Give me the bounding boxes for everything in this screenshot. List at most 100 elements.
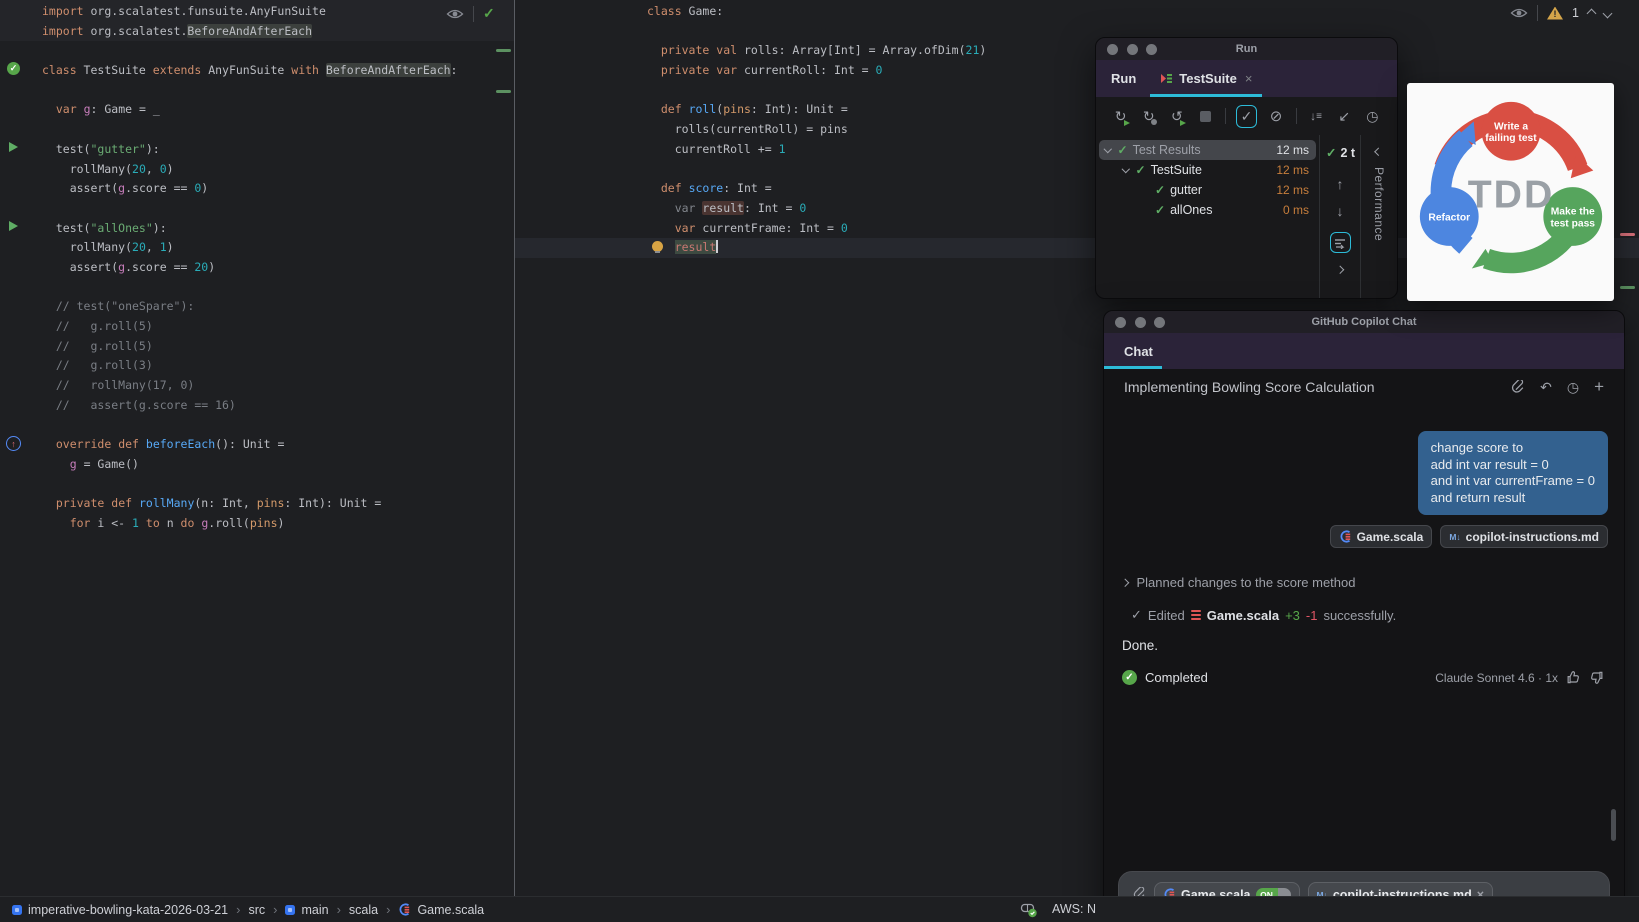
thread-title: Implementing Bowling Score Calculation <box>1124 379 1375 395</box>
divider <box>473 5 474 22</box>
chevron-right-icon[interactable] <box>1120 578 1129 587</box>
left-code[interactable]: import org.scalatest.funsuite.AnyFunSuit… <box>42 2 514 534</box>
run-test-gutter-icon[interactable] <box>9 221 18 231</box>
tab-chat[interactable]: Chat <box>1124 344 1153 359</box>
chevron-down-icon[interactable] <box>1121 165 1130 173</box>
vcs-stripe-mark <box>496 90 511 93</box>
model-info: Claude Sonnet 4.6 · 1x <box>1435 670 1558 685</box>
test-tree-row[interactable]: ✓ gutter 12 ms <box>1099 180 1316 200</box>
test-name: gutter <box>1170 183 1203 197</box>
left-inspections-widget[interactable]: ✓ <box>446 5 495 22</box>
chevron-down-icon[interactable] <box>1602 8 1613 18</box>
breadcrumb-item[interactable]: src <box>248 903 265 917</box>
code-line: rollMany(20, 1) <box>42 240 174 255</box>
tool-window-name[interactable]: Run <box>1111 71 1136 86</box>
show-passed-icon[interactable]: ✓ <box>1236 104 1257 128</box>
scalatest-icon <box>1161 74 1173 83</box>
breadcrumb-item[interactable]: imperative-bowling-kata-2026-03-21 <box>12 903 228 917</box>
performance-tab[interactable]: Performance <box>1361 135 1397 298</box>
close-dot-icon[interactable] <box>1107 43 1118 55</box>
close-dot-icon[interactable] <box>1115 316 1126 328</box>
expand-icon[interactable] <box>1336 265 1344 274</box>
user-message-line: add int var result = 0 <box>1430 456 1549 472</box>
code-line: for i <- 1 to n do g.roll(pins) <box>69 515 285 530</box>
new-chat-icon[interactable]: + <box>1594 377 1604 397</box>
test-results-tree[interactable]: ✓ Test Results 12 ms ✓ TestSuite 12 ms ✓ gutter… <box>1096 135 1319 298</box>
show-ignored-icon[interactable]: ⊘ <box>1268 106 1285 126</box>
run-window-titlebar[interactable]: Run <box>1096 38 1397 60</box>
test-passed-icon: ✓ <box>1155 203 1166 217</box>
no-problems-icon[interactable]: ✓ <box>483 5 495 22</box>
copilot-status-icon[interactable] <box>1020 901 1038 918</box>
thumbs-up-icon[interactable] <box>1566 670 1581 685</box>
breadcrumb-item[interactable]: scala <box>349 903 378 917</box>
close-tab-icon: × <box>1244 71 1253 86</box>
test-tree-row[interactable]: ✓ Test Results 12 ms <box>1099 140 1316 160</box>
assistant-done-text: Done. <box>1122 638 1159 653</box>
warning-icon[interactable]: ! <box>1547 6 1563 20</box>
toggle-auto-test-icon[interactable]: ↺ <box>1168 106 1187 126</box>
rerun-icon[interactable]: ↻ <box>1112 106 1131 126</box>
context-chip[interactable]: Game.scala <box>1329 525 1433 548</box>
previous-test-icon[interactable]: ↑ <box>1337 176 1344 192</box>
tab-testsuite[interactable]: TestSuite × <box>1150 60 1263 97</box>
editor-left[interactable]: import org.scalatest.funsuite.AnyFunSuit… <box>0 0 514 896</box>
breadcrumb[interactable]: imperative-bowling-kata-2026-03-21 › src › m… <box>12 902 484 917</box>
status-bar: imperative-bowling-kata-2026-03-21 › src › m… <box>0 896 1639 922</box>
history-icon[interactable]: ◷ <box>1567 379 1579 396</box>
rerun-failed-icon[interactable]: ↻ <box>1140 106 1158 126</box>
planned-changes-row[interactable]: Planned changes to the score method <box>1120 575 1624 590</box>
scrollbar-thumb[interactable] <box>1611 809 1616 841</box>
eye-icon[interactable] <box>446 8 464 20</box>
rerun-options-icon[interactable] <box>1329 232 1351 253</box>
thumbs-down-icon[interactable] <box>1589 670 1604 685</box>
aws-status[interactable]: AWS: N <box>1052 902 1096 916</box>
zoom-dot-icon[interactable] <box>1154 316 1165 328</box>
svg-text:Refactor: Refactor <box>1428 212 1470 223</box>
chat-window-titlebar[interactable]: GitHub Copilot Chat <box>1104 311 1624 333</box>
window-controls[interactable] <box>1115 316 1165 328</box>
minimize-dot-icon[interactable] <box>1126 43 1138 55</box>
override-gutter-icon[interactable]: ↑ <box>6 436 21 451</box>
editor-split-divider[interactable] <box>514 0 515 896</box>
test-tree-row[interactable]: ✓ allOnes 0 ms <box>1099 200 1316 220</box>
collapse-icon[interactable] <box>1374 147 1383 156</box>
sort-icon[interactable]: ↓ ≡ <box>1308 106 1325 126</box>
error-stripe-mark[interactable] <box>1620 286 1635 289</box>
right-inspections-widget[interactable]: ! 1 <box>1510 5 1613 21</box>
run-toolbar: ↻ ↻ ↺ ✓ ⊘ ↓ ≡ ↙ ◷ <box>1096 97 1397 135</box>
history-icon[interactable]: ◷ <box>1364 106 1381 126</box>
chevron-down-icon[interactable] <box>1103 145 1112 153</box>
minimize-dot-icon[interactable] <box>1134 316 1146 328</box>
run-class-gutter-icon[interactable]: ✓ <box>7 62 20 75</box>
code-line: g = Game() <box>69 456 139 471</box>
test-tree-row[interactable]: ✓ TestSuite 12 ms <box>1099 160 1316 180</box>
chevron-up-icon[interactable] <box>1586 8 1597 18</box>
project-icon <box>12 904 22 915</box>
context-chip[interactable]: M↓ copilot-instructions.md <box>1440 525 1608 548</box>
next-test-icon[interactable]: ↓ <box>1337 203 1344 219</box>
scala-file-icon <box>398 903 411 916</box>
navigate-to-icon[interactable]: ↙ <box>1336 106 1353 126</box>
eye-icon[interactable] <box>1510 7 1528 19</box>
run-test-gutter-icon[interactable] <box>9 142 18 152</box>
svg-text:failing test: failing test <box>1485 133 1537 144</box>
window-controls[interactable] <box>1107 43 1157 55</box>
performance-tab-label[interactable]: Performance <box>1372 167 1386 241</box>
chat-window-title: GitHub Copilot Chat <box>1311 316 1417 328</box>
zoom-dot-icon[interactable] <box>1146 43 1157 55</box>
intention-bulb-icon[interactable] <box>652 241 663 253</box>
stop-icon[interactable] <box>1196 106 1213 126</box>
error-stripe-mark[interactable] <box>1620 233 1635 236</box>
code-line: import org.scalatest.BeforeAndAfterEach <box>42 23 313 38</box>
breadcrumb-item[interactable]: Game.scala <box>398 903 484 917</box>
attach-icon[interactable] <box>1510 379 1525 395</box>
undo-icon[interactable]: ↶ <box>1540 379 1552 396</box>
breadcrumb-item[interactable]: main <box>285 903 329 917</box>
vcs-stripe-mark <box>496 49 511 52</box>
edited-file-row[interactable]: ✓ Edited Game.scala +3 -1 successfully. <box>1131 607 1624 623</box>
run-window: Run Run TestSuite × ↻ ↻ ↺ ✓ ⊘ ↓ ≡ ↙ ◷ ✓ … <box>1095 37 1398 299</box>
